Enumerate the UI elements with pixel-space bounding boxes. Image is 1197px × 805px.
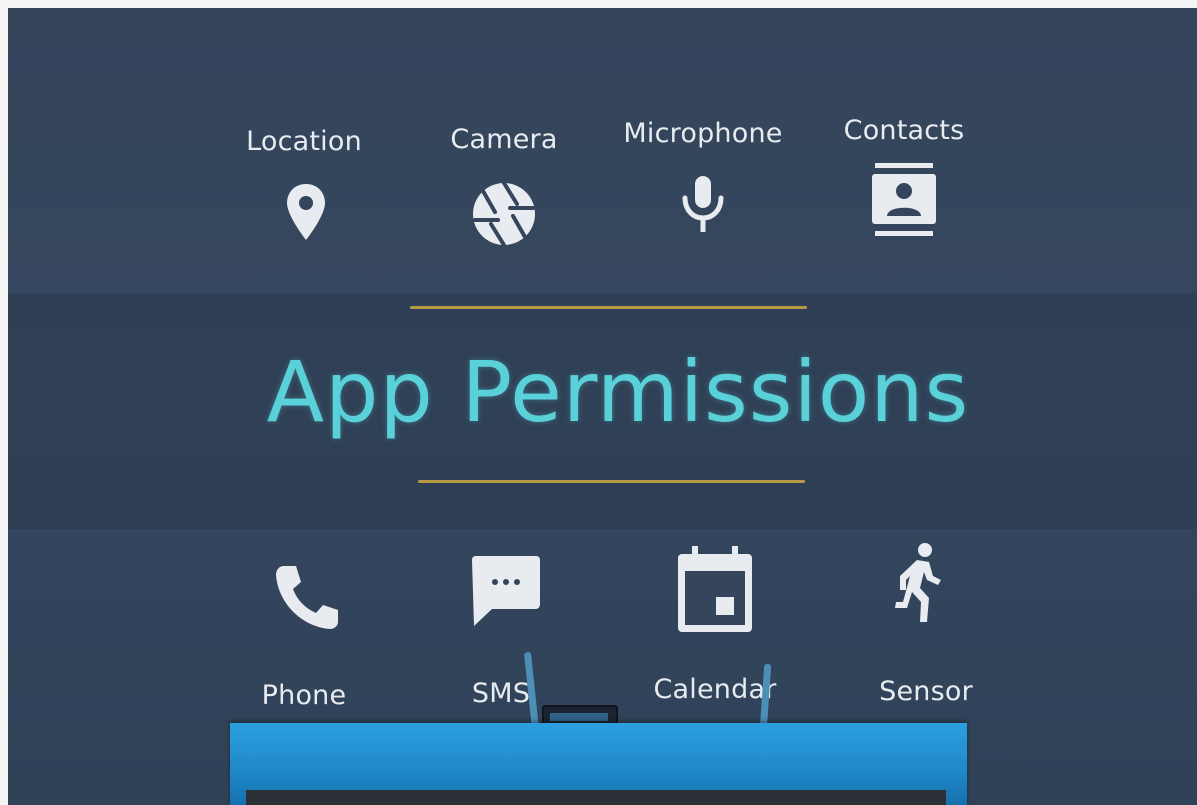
sms-bubble-icon <box>472 556 540 626</box>
location-pin-icon <box>287 184 325 240</box>
running-person-icon <box>895 543 941 622</box>
permission-label: Microphone <box>623 118 783 149</box>
permission-label: Camera <box>450 124 558 155</box>
contacts-card-icon <box>872 163 936 236</box>
calendar-icon <box>678 546 752 632</box>
stage-podium-base <box>246 790 946 805</box>
permission-label: Calendar <box>653 674 777 705</box>
permission-label: Sensor <box>879 676 973 707</box>
permission-label: Location <box>246 126 362 157</box>
camera-aperture-icon <box>473 182 535 246</box>
page-title: App Permissions <box>266 343 970 441</box>
top-rule <box>410 306 807 309</box>
microphone-icon <box>682 176 724 232</box>
presentation-screen: Location Camera Microphone Contacts App … <box>8 8 1197 805</box>
phone-handset-icon <box>276 566 338 629</box>
bottom-rule <box>418 480 805 483</box>
permission-label: Contacts <box>843 115 965 146</box>
permission-label: Phone <box>261 680 347 711</box>
